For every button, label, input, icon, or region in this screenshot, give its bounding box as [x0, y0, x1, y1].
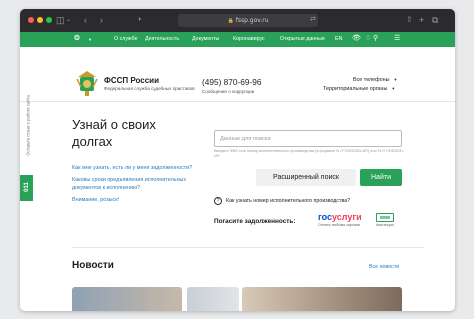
search-icon[interactable]: ⚲ — [373, 35, 378, 42]
eye-icon[interactable]: 👁 — [352, 35, 361, 42]
org-name[interactable]: ФССП России — [104, 76, 159, 85]
search-hint: Введите ФИО или номер исполнительного пр… — [214, 149, 404, 158]
close-window-button[interactable] — [28, 17, 34, 23]
receipt-icon — [376, 213, 394, 222]
forward-icon[interactable]: › — [100, 14, 103, 26]
sidebar-toggle-icon[interactable]: ◫ — [56, 14, 65, 26]
nav-item-documents[interactable]: Документы — [192, 36, 219, 43]
browser-toolbar: ◫ ⌄ ‹ › ◑ 🔒 fssp.gov.ru ⇄ ⇧ + ⧉ — [20, 9, 455, 32]
side-badge[interactable]: 011 — [20, 175, 33, 201]
nav-item-en[interactable]: EN — [335, 36, 342, 43]
gosuslugi-subtitle: Оплата любыми картами — [318, 223, 360, 227]
minimize-window-button[interactable] — [37, 17, 43, 23]
side-badge-text: 011 — [24, 182, 30, 192]
all-phones-dropdown[interactable]: Все телефоны ▼ — [353, 77, 397, 83]
gosuslugi-payment[interactable]: госуслуги Оплата любыми картами — [318, 212, 370, 227]
org-subtitle: Федеральная служба судебных приставов — [104, 86, 195, 91]
search-input[interactable] — [214, 130, 402, 147]
all-phones-label: Все телефоны — [353, 77, 390, 83]
translate-icon[interactable]: ⇄ — [310, 14, 316, 26]
news-card-image[interactable] — [242, 287, 402, 311]
regions-dropdown[interactable]: Территориальные органы ▼ — [323, 86, 395, 92]
chevron-down-icon[interactable]: ▼ — [88, 36, 92, 43]
question-circle-icon: ? — [214, 197, 222, 205]
news-card-image[interactable] — [187, 287, 239, 311]
phone-number[interactable]: (495) 870-69-96 — [202, 77, 262, 87]
lock-icon: 🔒 — [227, 18, 234, 24]
gosuslugi-logo: госуслуги — [318, 212, 362, 222]
chevron-down-icon: ▼ — [391, 86, 396, 91]
divider — [72, 247, 424, 248]
feedback-text: Оставьте отзыв о работе сайта — [25, 95, 31, 156]
question-link-wanted[interactable]: Внимание, розыск! — [72, 197, 197, 205]
feedback-side-label[interactable]: Оставьте отзыв о работе сайта — [22, 90, 32, 168]
advanced-search-button[interactable]: Расширенный поиск — [256, 169, 356, 186]
nav-item-coronavirus[interactable]: Коронавирус — [233, 36, 265, 43]
pay-debt-label: Погасите задолженность: — [214, 218, 296, 225]
question-link-terms[interactable]: Каковы сроки предъявления исполнительных… — [72, 177, 197, 192]
receipt-label: Квитанция — [376, 223, 394, 227]
all-news-link[interactable]: Все новости — [369, 264, 399, 270]
find-button[interactable]: Найти — [360, 169, 402, 186]
share-icon[interactable]: ⇧ — [406, 14, 413, 26]
nav-item-about[interactable]: О службе — [114, 36, 138, 43]
news-card-image[interactable] — [72, 287, 182, 311]
question-link-debts[interactable]: Как мне узнать, есть ли у меня задолженн… — [72, 165, 202, 173]
chevron-down-icon: ▼ — [393, 77, 398, 82]
nav-item-activity[interactable]: Деятельность — [145, 36, 179, 43]
receipt-payment[interactable]: Квитанция — [376, 213, 398, 227]
back-icon[interactable]: ‹ — [84, 14, 87, 26]
chevron-down-icon[interactable]: ⌄ — [66, 14, 71, 26]
news-title: Новости — [72, 260, 114, 271]
url-text: fssp.gov.ru — [235, 17, 269, 24]
new-tab-icon[interactable]: + — [419, 14, 424, 26]
nav-item-open-data[interactable]: Открытые данные — [280, 36, 325, 43]
fssp-emblem-logo[interactable] — [75, 69, 99, 97]
bell-icon[interactable]: ♢ — [365, 35, 371, 42]
hero-title: Узнай о своих долгах — [72, 117, 156, 149]
tab-overview-icon[interactable]: ⧉ — [432, 14, 438, 26]
shield-icon[interactable]: ◑ — [137, 14, 141, 26]
regions-label: Территориальные органы — [323, 86, 388, 92]
how-to-find-number-link[interactable]: Как узнать номер исполнительного произво… — [226, 198, 350, 204]
top-nav: ❂ ▼ О службе Деятельность Документы Коро… — [20, 32, 455, 47]
corruption-report-link[interactable]: Сообщение о коррупции — [202, 89, 254, 94]
browser-window: ◫ ⌄ ‹ › ◑ 🔒 fssp.gov.ru ⇄ ⇧ + ⧉ ❂ ▼ О слу… — [20, 9, 455, 311]
site-header: ФССП России Федеральная служба судебных … — [20, 47, 455, 102]
menu-icon[interactable]: ☰ — [394, 35, 400, 42]
address-bar[interactable]: 🔒 fssp.gov.ru — [178, 14, 318, 27]
emblem-icon[interactable]: ❂ — [74, 35, 80, 42]
maximize-window-button[interactable] — [46, 17, 52, 23]
